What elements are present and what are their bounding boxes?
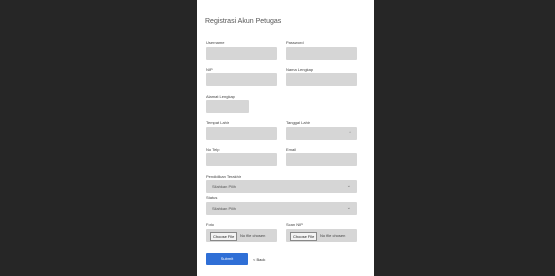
nama-lengkap-label: Nama Lengkap	[286, 67, 314, 72]
calendar-icon[interactable]: ▫	[349, 130, 351, 136]
status-select-value: Silahkan Pilih	[212, 206, 237, 211]
nip-label: NIP	[206, 67, 213, 72]
email-input[interactable]	[286, 153, 357, 166]
no-file-text: No file chosen	[240, 233, 266, 238]
nama-lengkap-input[interactable]	[286, 73, 357, 86]
tempat-lahir-input[interactable]	[206, 127, 277, 140]
username-label: Username	[206, 40, 225, 45]
pendidikan-select[interactable]: Silahkan Pilih ⌄	[206, 180, 357, 193]
pendidikan-label: Pendidikan Terakhir	[206, 174, 242, 179]
status-select[interactable]: Silahkan Pilih ⌄	[206, 202, 357, 215]
tanggal-lahir-label: Tanggal Lahir	[286, 120, 311, 125]
alamat-label: Alamat Lengkap	[206, 94, 235, 99]
tempat-lahir-label: Tempat Lahir	[206, 120, 230, 125]
registration-card: Registrasi Akun Petugas Username Passwor…	[197, 0, 374, 276]
password-input[interactable]	[286, 47, 357, 60]
chevron-down-icon: ⌄	[346, 205, 351, 211]
tanggal-lahir-input[interactable]: ▫	[286, 127, 357, 140]
scan-nip-file-input[interactable]: Choose File No file chosen	[286, 229, 357, 242]
choose-file-button[interactable]: Choose File	[210, 232, 238, 241]
submit-button[interactable]: Submit	[206, 253, 248, 265]
chevron-down-icon: ⌄	[346, 183, 351, 189]
back-link[interactable]: < Back	[253, 257, 265, 262]
username-input[interactable]	[206, 47, 277, 60]
pendidikan-select-value: Silahkan Pilih	[212, 184, 237, 189]
no-file-text: No file chosen	[320, 233, 346, 238]
foto-file-input[interactable]: Choose File No file chosen	[206, 229, 277, 242]
status-label: Status	[206, 195, 218, 200]
email-label: Email	[286, 147, 297, 152]
nip-input[interactable]	[206, 73, 277, 86]
alamat-input[interactable]	[206, 100, 249, 113]
scan-nip-label: Scan NIP	[286, 222, 303, 227]
page-title: Registrasi Akun Petugas	[205, 18, 282, 25]
no-telp-input[interactable]	[206, 153, 277, 166]
choose-file-button[interactable]: Choose File	[290, 232, 318, 241]
password-label: Password	[286, 40, 304, 45]
no-telp-label: No Telp	[206, 147, 220, 152]
foto-label: Foto	[206, 222, 215, 227]
